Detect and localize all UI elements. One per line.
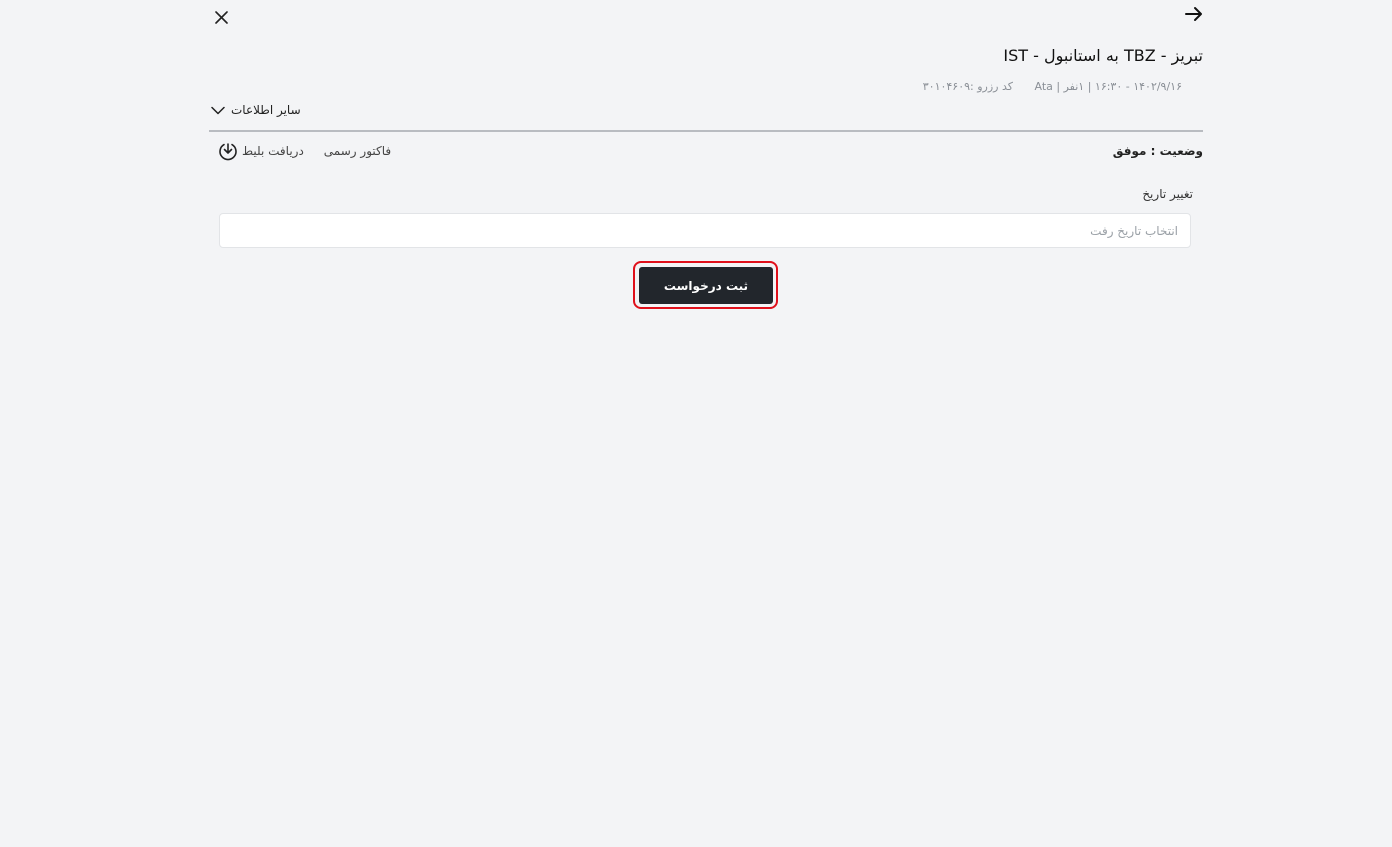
change-date-label: تغییر تاریخ <box>1142 187 1193 201</box>
more-info-toggle[interactable]: سایر اطلاعات <box>211 100 301 120</box>
back-button[interactable] <box>1183 4 1205 24</box>
trip-details: ۱۴۰۲/۹/۱۶ - ۱۶:۳۰ | ۱نفر | Ata <box>1034 80 1182 93</box>
chevron-down-icon <box>211 106 225 114</box>
close-icon <box>214 10 228 24</box>
divider <box>209 130 1203 132</box>
booking-detail-page: تبریز - TBZ به استانبول - IST ۱۴۰۲/۹/۱۶ … <box>0 0 1392 847</box>
close-button[interactable] <box>212 8 230 26</box>
download-ticket-link[interactable]: دریافت بلیط <box>218 141 304 161</box>
submit-request-button[interactable]: ثبت درخواست <box>639 267 773 304</box>
arrow-right-icon <box>1185 7 1202 21</box>
departure-date-input[interactable] <box>219 213 1191 248</box>
booking-code: کد رزرو :۳۰۱۰۴۶۰۹ <box>922 80 1013 93</box>
trip-meta: ۱۴۰۲/۹/۱۶ - ۱۶:۳۰ | ۱نفر | Ata کد رزرو :… <box>923 80 1182 93</box>
ticket-actions: فاکتور رسمی دریافت بلیط <box>218 141 391 161</box>
download-ticket-label: دریافت بلیط <box>242 144 304 158</box>
more-info-label: سایر اطلاعات <box>231 103 301 117</box>
trip-title: تبریز - TBZ به استانبول - IST <box>1003 46 1203 65</box>
download-icon <box>219 143 237 161</box>
official-invoice-link[interactable]: فاکتور رسمی <box>324 144 391 158</box>
status-text: وضعیت : موفق <box>1112 144 1203 158</box>
